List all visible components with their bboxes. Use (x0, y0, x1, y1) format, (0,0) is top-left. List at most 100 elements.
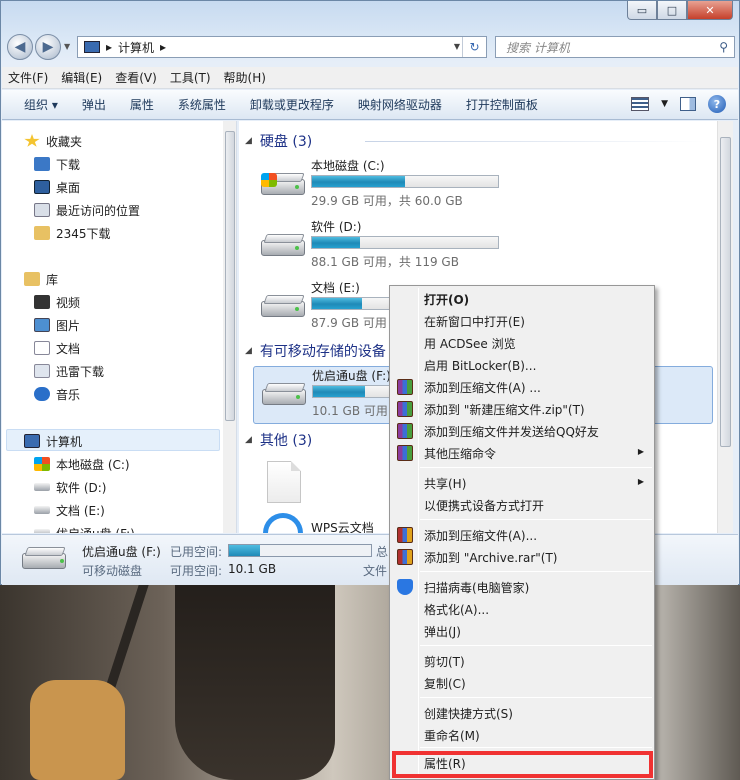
menu-separator (420, 747, 652, 748)
properties-button[interactable]: 属性 (130, 96, 154, 113)
menu-item-label: 共享(H) (424, 476, 467, 491)
menu-item-rename[interactable]: 重命名(M) (392, 724, 652, 746)
menu-item-open-new-window[interactable]: 在新窗口中打开(E) (392, 310, 652, 332)
menu-item-label: 以便携式设备方式打开 (424, 498, 545, 513)
menu-separator (420, 645, 652, 646)
menu-item-cut[interactable]: 剪切(T) (392, 650, 652, 672)
menu-item-acdsee-browse[interactable]: 用 ACDSee 浏览 (392, 332, 652, 354)
menu-item-winrar-send-qq[interactable]: 添加到压缩文件并发送给QQ好友 (392, 420, 652, 442)
drive-item-c[interactable]: 本地磁盘 (C:) 29.9 GB 可用，共 60.0 GB (253, 157, 713, 215)
nav-computer[interactable]: 计算机 (24, 431, 82, 451)
drive-name: 优启通u盘 (F:) (312, 369, 391, 383)
menu-file[interactable]: 文件(F) (8, 69, 48, 86)
title-bar[interactable]: ▭ □ ✕ (1, 1, 739, 29)
nav-item-music[interactable]: 音乐 (34, 384, 80, 404)
nav-label: 收藏夹 (46, 134, 83, 149)
address-history-dropdown-icon[interactable]: ▼ (454, 42, 460, 51)
menu-item-open[interactable]: 打开(O) (392, 288, 652, 310)
group-hard-disks[interactable]: ◢ 硬盘 (3) (245, 131, 705, 151)
menu-item-bitlocker[interactable]: 启用 BitLocker(B)... (392, 354, 652, 376)
menu-item-rar-add-archive[interactable]: 添加到压缩文件(A)... (392, 524, 652, 546)
menu-item-winrar-more-commands[interactable]: 其他压缩命令 ▶ (392, 442, 652, 464)
forward-button[interactable]: ▶ (35, 34, 61, 60)
menu-item-open-portable[interactable]: 以便携式设备方式打开 (392, 494, 652, 516)
nav-item-videos[interactable]: 视频 (34, 292, 80, 312)
minimize-button[interactable]: ▭ (627, 1, 657, 20)
content-scrollbar-thumb[interactable] (720, 137, 731, 447)
recent-pages-dropdown-icon[interactable]: ▼ (64, 42, 70, 51)
search-icon[interactable]: ⚲ (719, 40, 728, 54)
collapse-icon: ◢ (245, 136, 252, 146)
nav-label: 文档 (E:) (56, 503, 105, 518)
menu-separator (420, 571, 652, 572)
nav-item-recent[interactable]: 最近访问的位置 (34, 200, 140, 220)
shield-icon (397, 579, 413, 595)
nav-item-desktop[interactable]: 桌面 (34, 177, 80, 197)
refresh-button[interactable]: ↻ (462, 37, 486, 57)
wps-cloud-label[interactable]: WPS云文档 (311, 519, 374, 533)
nav-item-drive-f[interactable]: 优启通u盘 (F:) (34, 523, 135, 533)
eject-button[interactable]: 弹出 (82, 96, 106, 113)
menu-item-copy[interactable]: 复制(C) (392, 672, 652, 694)
breadcrumb-separator[interactable]: ▸ (106, 40, 112, 54)
nav-favorites[interactable]: 收藏夹 (24, 131, 82, 151)
hard-drive-icon (261, 234, 305, 258)
search-input[interactable]: 搜索 计算机 ⚲ (495, 36, 735, 58)
star-icon (24, 134, 40, 147)
drive-item-d[interactable]: 软件 (D:) 88.1 GB 可用，共 119 GB (253, 218, 713, 276)
nav-item-drive-c[interactable]: 本地磁盘 (C:) (34, 454, 130, 474)
library-icon (24, 272, 40, 286)
rar-icon (397, 549, 413, 565)
drive-name: 软件 (D:) (311, 220, 362, 234)
nav-item-drive-e[interactable]: 文档 (E:) (34, 500, 105, 520)
nav-label: 下载 (56, 157, 81, 172)
address-bar[interactable]: ▸ 计算机 ▸ ▼ ↻ (77, 36, 487, 58)
recent-places-icon (34, 203, 50, 217)
maximize-button[interactable]: □ (657, 1, 687, 20)
drive-icon (34, 483, 50, 491)
organize-button[interactable]: 组织 ▾ (24, 96, 58, 113)
open-control-panel-button[interactable]: 打开控制面板 (466, 96, 538, 113)
help-icon[interactable]: ? (708, 95, 726, 113)
nav-item-documents[interactable]: 文档 (34, 338, 80, 358)
winrar-icon (397, 379, 413, 395)
nav-item-downloads[interactable]: 下载 (34, 154, 80, 174)
nav-libraries[interactable]: 库 (24, 269, 58, 289)
close-button[interactable]: ✕ (687, 1, 733, 20)
menu-item-winrar-add-zip[interactable]: 添加到 "新建压缩文件.zip"(T) (392, 398, 652, 420)
uninstall-program-button[interactable]: 卸载或更改程序 (250, 96, 334, 113)
details-usage-bar (228, 544, 372, 557)
breadcrumb-separator-2[interactable]: ▸ (160, 40, 166, 54)
preview-pane-icon[interactable] (680, 97, 696, 111)
menu-tools[interactable]: 工具(T) (170, 69, 211, 86)
nav-item-pictures[interactable]: 图片 (34, 315, 80, 335)
menu-item-label: 复制(C) (424, 676, 466, 691)
group-other[interactable]: ◢ 其他 (3) (245, 430, 312, 450)
menu-item-share[interactable]: 共享(H) ▶ (392, 472, 652, 494)
change-view-icon[interactable] (631, 97, 650, 111)
menu-item-eject[interactable]: 弹出(J) (392, 620, 652, 642)
menu-edit[interactable]: 编辑(E) (61, 69, 102, 86)
view-dropdown-icon[interactable]: ▼ (661, 99, 668, 109)
nav-scrollbar[interactable] (223, 121, 236, 533)
back-button[interactable]: ◀ (7, 34, 33, 60)
group-removable[interactable]: ◢ 有可移动存储的设备 (245, 341, 386, 361)
menu-item-winrar-add-archive[interactable]: 添加到压缩文件(A) ... (392, 376, 652, 398)
nav-scrollbar-thumb[interactable] (225, 131, 235, 421)
group-title: 有可移动存储的设备 (259, 344, 386, 360)
breadcrumb-computer[interactable]: 计算机 (118, 39, 154, 56)
menu-item-format[interactable]: 格式化(A)... (392, 598, 652, 620)
menu-view[interactable]: 查看(V) (115, 69, 157, 86)
nav-item-drive-d[interactable]: 软件 (D:) (34, 477, 106, 497)
nav-item-thunder[interactable]: 迅雷下载 (34, 361, 104, 381)
menu-item-create-shortcut[interactable]: 创建快捷方式(S) (392, 702, 652, 724)
system-properties-button[interactable]: 系统属性 (178, 96, 226, 113)
menu-item-scan-virus[interactable]: 扫描病毒(电脑管家) (392, 576, 652, 598)
file-icon[interactable] (267, 461, 301, 503)
map-network-drive-button[interactable]: 映射网络驱动器 (358, 96, 442, 113)
menu-item-rar-add-archive-rar[interactable]: 添加到 "Archive.rar"(T) (392, 546, 652, 568)
wps-cloud-icon[interactable] (263, 513, 303, 533)
nav-item-2345[interactable]: 2345下载 (34, 223, 111, 243)
menu-help[interactable]: 帮助(H) (224, 69, 266, 86)
content-scrollbar[interactable] (717, 121, 733, 533)
